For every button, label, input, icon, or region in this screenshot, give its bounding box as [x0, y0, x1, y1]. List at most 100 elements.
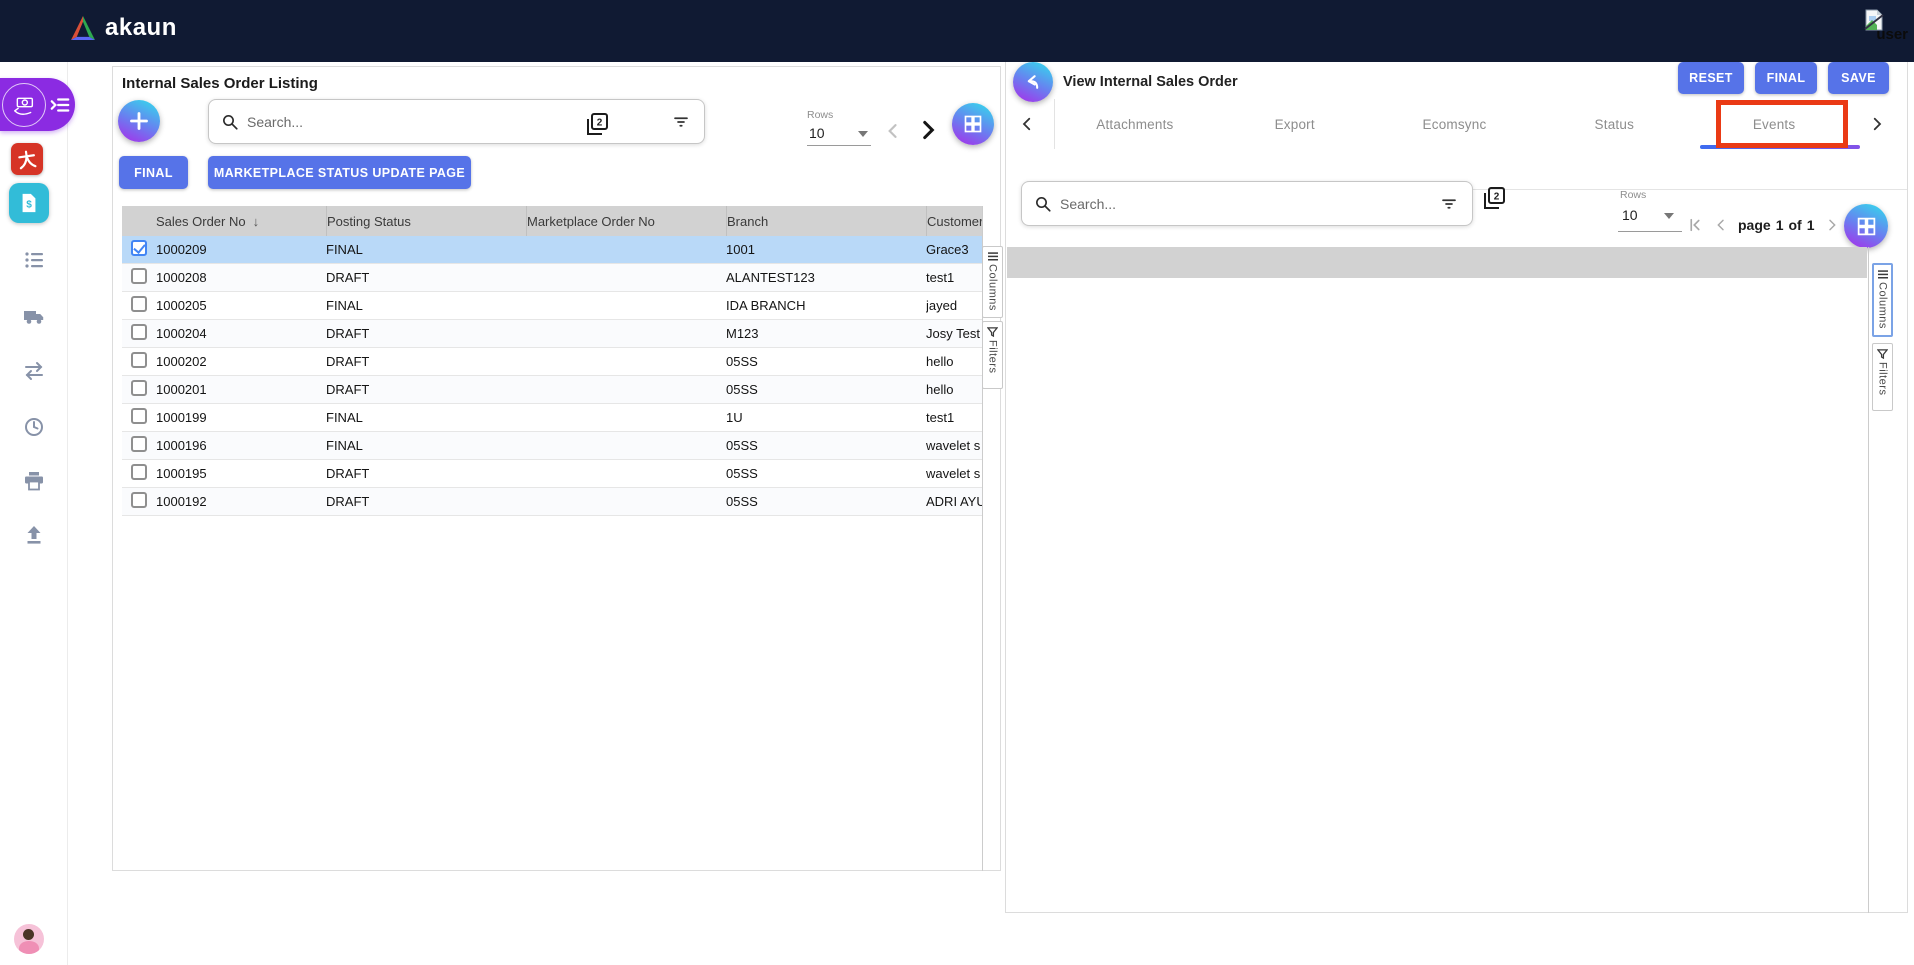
tab-ecomsync[interactable]: Ecomsync	[1375, 99, 1535, 149]
filters-side-tab[interactable]: Filters	[982, 321, 1003, 389]
sidebar-item-list[interactable]	[22, 248, 46, 272]
columns-side-tab[interactable]: Columns	[982, 246, 1003, 318]
cell-customer: wavelet s	[926, 438, 982, 453]
user-avatar[interactable]	[14, 924, 44, 954]
table-row[interactable]: 1000209FINAL1001Grace3	[122, 236, 982, 264]
header-posting-status[interactable]: Posting Status	[326, 206, 526, 236]
next-page-icon[interactable]	[915, 117, 941, 143]
table-row[interactable]: 1000205FINALIDA BRANCHjayed	[122, 292, 982, 320]
table-row[interactable]: 1000204DRAFTM123Josy Test	[122, 320, 982, 348]
table-row[interactable]: 1000208DRAFTALANTEST123test1	[122, 264, 982, 292]
cell-branch: 1001	[726, 242, 926, 257]
row-checkbox[interactable]	[131, 436, 147, 452]
right-search-input[interactable]	[1060, 182, 1428, 225]
header-sales-order-no[interactable]: Sales Order No ↓	[156, 206, 326, 236]
rows-dropdown-caret-icon[interactable]	[858, 131, 868, 137]
duplicate-page-icon[interactable]: 2	[584, 111, 610, 137]
header-customer[interactable]: Customer	[926, 206, 982, 236]
table-body: 1000209FINAL1001Grace31000208DRAFTALANTE…	[122, 236, 982, 516]
pagination: page 1 of 1	[1686, 211, 1867, 239]
row-checkbox[interactable]	[131, 464, 147, 480]
sidebar-item-transfer[interactable]	[22, 359, 46, 383]
rows-per-page-value[interactable]: 10	[1622, 207, 1638, 223]
page-title: Internal Sales Order Listing	[122, 75, 318, 92]
sidebar-item-delivery[interactable]	[22, 304, 46, 328]
svg-text:$: $	[26, 200, 32, 211]
table-row[interactable]: 1000202DRAFT05SShello	[122, 348, 982, 376]
table-row[interactable]: 1000196FINAL05SSwavelet s	[122, 432, 982, 460]
row-checkbox[interactable]	[131, 492, 147, 508]
cell-sales-order-no: 1000199	[156, 410, 326, 425]
row-checkbox[interactable]	[131, 408, 147, 424]
marketplace-status-update-button[interactable]: MARKETPLACE STATUS UPDATE PAGE	[208, 156, 471, 189]
rows-dropdown-caret-icon[interactable]	[1664, 213, 1674, 219]
tabs-scroll-right-icon[interactable]	[1868, 115, 1886, 133]
cell-posting-status: DRAFT	[326, 326, 526, 341]
sidebar-item-sales-app[interactable]: $	[9, 183, 49, 223]
row-checkbox[interactable]	[131, 352, 147, 368]
rows-per-page-value[interactable]: 10	[809, 125, 825, 141]
row-checkbox[interactable]	[131, 296, 147, 312]
save-button[interactable]: SAVE	[1828, 62, 1889, 94]
cell-sales-order-no: 1000202	[156, 354, 326, 369]
cell-branch: 05SS	[726, 354, 926, 369]
timer-icon	[22, 414, 46, 438]
filter-icon[interactable]	[672, 113, 690, 131]
row-checkbox[interactable]	[131, 268, 147, 284]
tab-status[interactable]: Status	[1534, 99, 1694, 149]
final-button[interactable]: FINAL	[119, 156, 188, 189]
table-row[interactable]: 1000199FINAL1Utest1	[122, 404, 982, 432]
table-row[interactable]: 1000192DRAFT05SSADRI AYU	[122, 488, 982, 516]
sidebar-item-timer[interactable]	[22, 414, 46, 438]
search-icon	[1034, 195, 1052, 213]
row-checkbox[interactable]	[131, 380, 147, 396]
first-page-icon[interactable]	[1686, 216, 1704, 234]
prev-page-icon[interactable]	[883, 121, 903, 141]
grid-view-button[interactable]	[952, 103, 994, 145]
next-page-icon[interactable]	[1824, 217, 1840, 233]
row-checkbox[interactable]	[131, 240, 147, 256]
back-button[interactable]	[1013, 62, 1053, 102]
cell-sales-order-no: 1000195	[156, 466, 326, 481]
duplicate-page-icon[interactable]: 2	[1481, 185, 1507, 211]
sidebar-item-dahua-app[interactable]	[11, 143, 43, 175]
row-checkbox[interactable]	[131, 324, 147, 340]
cell-sales-order-no: 1000192	[156, 494, 326, 509]
tab-export[interactable]: Export	[1215, 99, 1375, 149]
table-row[interactable]: 1000201DRAFT05SShello	[122, 376, 982, 404]
tab-events[interactable]: Events	[1694, 99, 1854, 149]
sidebar-active-module[interactable]	[0, 78, 75, 131]
filters-side-tab[interactable]: Filters	[1872, 343, 1893, 411]
sidebar-item-upload[interactable]	[22, 523, 46, 547]
tab-label: Attachments	[1096, 117, 1173, 132]
list-icon	[22, 248, 46, 272]
header-marketplace-order-no[interactable]: Marketplace Order No	[526, 206, 726, 236]
svg-text:2: 2	[597, 118, 603, 129]
top-navbar: akaun user	[0, 0, 1914, 62]
sort-desc-icon[interactable]: ↓	[253, 214, 260, 229]
transfer-icon	[22, 359, 46, 383]
grid-view-button[interactable]	[1844, 204, 1888, 248]
prev-page-icon[interactable]	[1713, 217, 1729, 233]
brand-logo[interactable]: akaun	[70, 14, 177, 42]
cell-customer: Grace3	[926, 242, 982, 257]
reset-button[interactable]: RESET	[1678, 62, 1744, 94]
right-panel: View Internal Sales Order RESET FINAL SA…	[1005, 58, 1908, 913]
final-button-right[interactable]: FINAL	[1755, 62, 1817, 94]
sidebar-item-printer[interactable]	[22, 469, 46, 493]
collapse-menu-icon[interactable]	[49, 94, 71, 116]
grid-icon	[963, 114, 983, 134]
sidebar: $	[0, 62, 68, 965]
tabs-scroll-left-icon[interactable]	[1018, 115, 1036, 133]
user-menu[interactable]: user	[1862, 8, 1908, 43]
row-checkbox-cell	[122, 352, 156, 371]
tab-attachments[interactable]: Attachments	[1055, 99, 1215, 149]
columns-side-tab[interactable]: Columns	[1872, 263, 1893, 337]
table-row[interactable]: 1000195DRAFT05SSwavelet s	[122, 460, 982, 488]
header-branch[interactable]: Branch	[726, 206, 926, 236]
events-table-header	[1007, 247, 1867, 278]
row-checkbox-cell	[122, 380, 156, 399]
add-record-button[interactable]	[118, 100, 160, 142]
filter-icon[interactable]	[1440, 195, 1458, 213]
table-header: Sales Order No ↓ Posting Status Marketpl…	[122, 206, 982, 236]
